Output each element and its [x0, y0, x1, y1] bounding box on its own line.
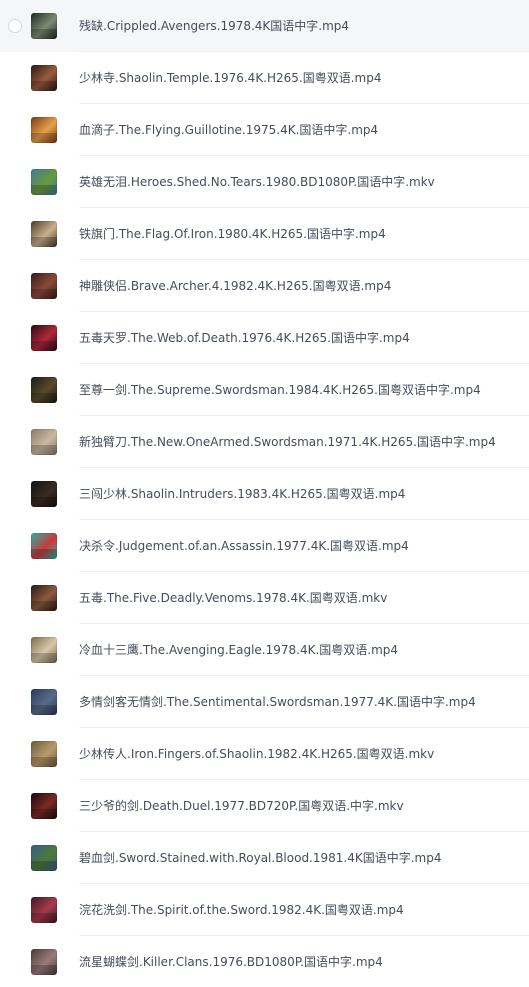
file-row[interactable]: 至尊一剑.The.Supreme.Swordsman.1984.4K.H265.… [0, 364, 529, 416]
video-thumbnail [31, 377, 57, 403]
video-thumbnail [31, 65, 57, 91]
video-thumbnail [31, 637, 57, 663]
file-name[interactable]: 浣花洗剑.The.Spirit.of.the.Sword.1982.4K.国粤双… [79, 884, 404, 936]
video-thumbnail [31, 689, 57, 715]
file-name[interactable]: 碧血剑.Sword.Stained.with.Royal.Blood.1981.… [79, 832, 442, 884]
file-name[interactable]: 冷血十三鹰.The.Avenging.Eagle.1978.4K.国粤双语.mp… [79, 624, 398, 676]
file-name[interactable]: 残缺.Crippled.Avengers.1978.4K国语中字.mp4 [79, 0, 349, 52]
file-row[interactable]: 少林传人.Iron.Fingers.of.Shaolin.1982.4K.H26… [0, 728, 529, 780]
file-row[interactable]: 新独臂刀.The.New.OneArmed.Swordsman.1971.4K.… [0, 416, 529, 468]
file-name[interactable]: 五毒.The.Five.Deadly.Venoms.1978.4K.国粤双语.m… [79, 572, 387, 624]
file-row[interactable]: 流星蝴蝶剑.Killer.Clans.1976.BD1080P.国语中字.mp4 [0, 936, 529, 987]
file-row[interactable]: 冷血十三鹰.The.Avenging.Eagle.1978.4K.国粤双语.mp… [0, 624, 529, 676]
file-name[interactable]: 三少爷的剑.Death.Duel.1977.BD720P.国粤双语.中字.mkv [79, 780, 404, 832]
file-row[interactable]: 少林寺.Shaolin.Temple.1976.4K.H265.国粤双语.mp4 [0, 52, 529, 104]
video-thumbnail [31, 585, 57, 611]
video-thumbnail [31, 481, 57, 507]
file-name[interactable]: 少林传人.Iron.Fingers.of.Shaolin.1982.4K.H26… [79, 728, 434, 780]
file-name[interactable]: 五毒天罗.The.Web.of.Death.1976.4K.H265.国语中字.… [79, 312, 410, 364]
file-name[interactable]: 新独臂刀.The.New.OneArmed.Swordsman.1971.4K.… [79, 416, 496, 468]
select-checkbox[interactable] [8, 19, 22, 33]
file-name[interactable]: 至尊一剑.The.Supreme.Swordsman.1984.4K.H265.… [79, 364, 481, 416]
file-name[interactable]: 英雄无泪.Heroes.Shed.No.Tears.1980.BD1080P.国… [79, 156, 435, 208]
file-row[interactable]: 多情剑客无情剑.The.Sentimental.Swordsman.1977.4… [0, 676, 529, 728]
file-name[interactable]: 神雕侠侣.Brave.Archer.4.1982.4K.H265.国粤双语.mp… [79, 260, 391, 312]
video-thumbnail [31, 845, 57, 871]
file-row[interactable]: 血滴子.The.Flying.Guillotine.1975.4K.国语中字.m… [0, 104, 529, 156]
file-name[interactable]: 三闯少林.Shaolin.Intruders.1983.4K.H265.国粤双语… [79, 468, 405, 520]
file-name[interactable]: 铁旗门.The.Flag.Of.Iron.1980.4K.H265.国语中字.m… [79, 208, 386, 260]
video-thumbnail [31, 949, 57, 975]
file-row[interactable]: 铁旗门.The.Flag.Of.Iron.1980.4K.H265.国语中字.m… [0, 208, 529, 260]
video-thumbnail [31, 741, 57, 767]
video-thumbnail [31, 533, 57, 559]
file-row[interactable]: 三少爷的剑.Death.Duel.1977.BD720P.国粤双语.中字.mkv [0, 780, 529, 832]
video-thumbnail [31, 273, 57, 299]
file-name[interactable]: 少林寺.Shaolin.Temple.1976.4K.H265.国粤双语.mp4 [79, 52, 382, 104]
video-thumbnail [31, 169, 57, 195]
file-name[interactable]: 多情剑客无情剑.The.Sentimental.Swordsman.1977.4… [79, 676, 476, 728]
file-row[interactable]: 决杀令.Judgement.of.an.Assassin.1977.4K.国粤双… [0, 520, 529, 572]
video-thumbnail [31, 325, 57, 351]
video-thumbnail [31, 117, 57, 143]
file-row[interactable]: 浣花洗剑.The.Spirit.of.the.Sword.1982.4K.国粤双… [0, 884, 529, 936]
file-row[interactable]: 五毒.The.Five.Deadly.Venoms.1978.4K.国粤双语.m… [0, 572, 529, 624]
file-row[interactable]: 五毒天罗.The.Web.of.Death.1976.4K.H265.国语中字.… [0, 312, 529, 364]
file-name[interactable]: 血滴子.The.Flying.Guillotine.1975.4K.国语中字.m… [79, 104, 378, 156]
video-thumbnail [31, 13, 57, 39]
file-name[interactable]: 流星蝴蝶剑.Killer.Clans.1976.BD1080P.国语中字.mp4 [79, 936, 383, 987]
file-row[interactable]: 英雄无泪.Heroes.Shed.No.Tears.1980.BD1080P.国… [0, 156, 529, 208]
video-thumbnail [31, 221, 57, 247]
file-row[interactable]: 残缺.Crippled.Avengers.1978.4K国语中字.mp4 [0, 0, 529, 52]
file-row[interactable]: 神雕侠侣.Brave.Archer.4.1982.4K.H265.国粤双语.mp… [0, 260, 529, 312]
video-thumbnail [31, 897, 57, 923]
file-row[interactable]: 三闯少林.Shaolin.Intruders.1983.4K.H265.国粤双语… [0, 468, 529, 520]
file-name[interactable]: 决杀令.Judgement.of.an.Assassin.1977.4K.国粤双… [79, 520, 409, 572]
video-thumbnail [31, 429, 57, 455]
file-row[interactable]: 碧血剑.Sword.Stained.with.Royal.Blood.1981.… [0, 832, 529, 884]
file-list: 残缺.Crippled.Avengers.1978.4K国语中字.mp4 少林寺.… [0, 0, 529, 987]
video-thumbnail [31, 793, 57, 819]
